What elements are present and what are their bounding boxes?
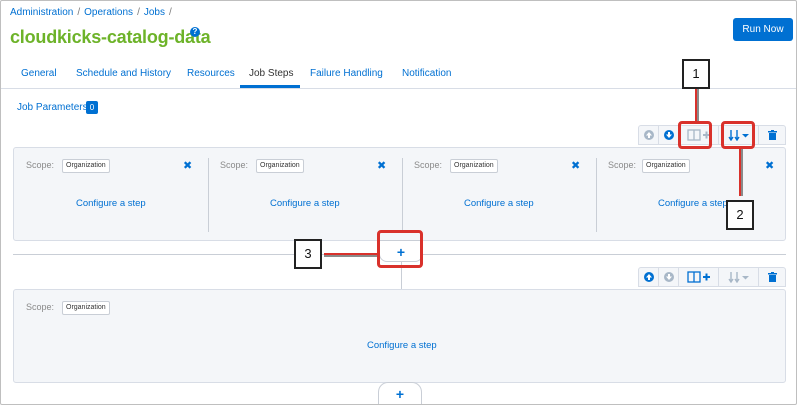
- scope-label: Scope:: [608, 160, 637, 170]
- flow1-steps-container: Scope: Organization ✖ Configure a step S…: [13, 147, 786, 241]
- breadcrumb-separator: /: [137, 7, 140, 18]
- app-frame: Administration / Operations / Jobs / clo…: [0, 0, 797, 405]
- page-title: cloudkicks-catalog-data: [10, 27, 211, 47]
- flow2-step-1[interactable]: Scope: Organization Configure a step: [14, 290, 787, 384]
- tab-general[interactable]: General: [21, 68, 57, 79]
- breadcrumb-administration[interactable]: Administration: [10, 7, 73, 18]
- move-flow-up-button[interactable]: [639, 268, 659, 286]
- tab-resources[interactable]: Resources: [187, 68, 235, 79]
- move-flow-up-button[interactable]: [639, 126, 659, 144]
- callout-label-2: 2: [726, 200, 754, 230]
- configure-step-link[interactable]: Configure a step: [270, 198, 340, 209]
- remove-step-icon[interactable]: ✖: [183, 161, 192, 172]
- remove-step-icon[interactable]: ✖: [765, 161, 774, 172]
- configure-step-link[interactable]: Configure a step: [76, 198, 146, 209]
- flow1-toolbar: [638, 125, 786, 145]
- flow1-step-4[interactable]: Scope: Organization ✖ Configure a step: [596, 148, 787, 242]
- add-parallel-step-button[interactable]: [679, 268, 719, 286]
- flow1-step-3[interactable]: Scope: Organization ✖ Configure a step: [402, 148, 596, 242]
- tab-schedule-and-history[interactable]: Schedule and History: [76, 68, 171, 79]
- column-divider: [208, 158, 209, 232]
- tab-job-steps[interactable]: Job Steps: [249, 68, 293, 79]
- active-tab-indicator: [240, 85, 300, 88]
- callout-line-3: [324, 253, 377, 255]
- remove-step-icon[interactable]: ✖: [571, 161, 580, 172]
- scope-value: Organization: [642, 159, 690, 173]
- arrow-up-circle-icon: [643, 130, 654, 140]
- callout-label-3: 3: [294, 239, 322, 269]
- breadcrumb-operations[interactable]: Operations: [84, 7, 133, 18]
- delete-flow-button[interactable]: [759, 126, 785, 144]
- scope-label: Scope:: [220, 160, 249, 170]
- scope-label: Scope:: [414, 160, 443, 170]
- help-icon[interactable]: ?: [190, 27, 200, 37]
- configure-step-link[interactable]: Configure a step: [658, 198, 728, 209]
- arrow-up-circle-icon: [643, 272, 654, 282]
- callout-line-3-shadow: [324, 255, 377, 257]
- callout-highlight-3: [377, 230, 423, 268]
- scope-value: Organization: [256, 159, 304, 173]
- breadcrumb: Administration / Operations / Jobs /: [10, 7, 172, 18]
- callout-highlight-1: [678, 121, 712, 149]
- scope-label: Scope:: [26, 302, 55, 312]
- breadcrumb-separator: /: [168, 7, 172, 18]
- callout-label-1: 1: [682, 59, 710, 89]
- flow2-toolbar: [638, 267, 786, 287]
- callout-line-1: [695, 88, 697, 121]
- breadcrumb-separator: /: [77, 7, 81, 18]
- scope-value: Organization: [450, 159, 498, 173]
- flow2-steps-container: Scope: Organization Configure a step: [13, 289, 786, 383]
- move-flow-down-button[interactable]: [659, 126, 679, 144]
- column-divider: [402, 158, 403, 232]
- callout-line-1-shadow: [697, 88, 699, 121]
- arrow-down-circle-icon: [663, 272, 674, 282]
- tab-bar: General Schedule and History Resources J…: [1, 59, 796, 89]
- job-parameters-count-badge: 0: [86, 101, 98, 114]
- trash-icon: [767, 272, 777, 282]
- columns-plus-icon: [686, 271, 710, 283]
- delete-flow-button[interactable]: [759, 268, 785, 286]
- scope-value: Organization: [62, 159, 110, 173]
- breadcrumb-jobs[interactable]: Jobs: [144, 7, 165, 18]
- arrow-down-circle-icon: [663, 130, 674, 140]
- callout-line-2: [739, 149, 741, 196]
- job-parameters-link[interactable]: Job Parameters: [17, 102, 88, 113]
- run-now-button[interactable]: Run Now: [733, 18, 793, 41]
- tab-failure-handling[interactable]: Failure Handling: [310, 68, 383, 79]
- callout-highlight-2: [721, 121, 755, 149]
- column-divider: [596, 158, 597, 232]
- callout-line-2-shadow: [741, 149, 743, 196]
- configure-step-link[interactable]: Configure a step: [464, 198, 534, 209]
- trash-icon: [767, 130, 777, 140]
- scope-value: Organization: [62, 301, 110, 315]
- move-flow-down-button[interactable]: [659, 268, 679, 286]
- configure-step-link[interactable]: Configure a step: [367, 340, 437, 351]
- tab-notification[interactable]: Notification: [402, 68, 451, 79]
- scope-label: Scope:: [26, 160, 55, 170]
- remove-step-icon[interactable]: ✖: [377, 161, 386, 172]
- add-flow-button-bottom[interactable]: +: [378, 382, 422, 404]
- sort-arrows-icon: [727, 272, 749, 283]
- flow1-step-1[interactable]: Scope: Organization ✖ Configure a step: [14, 148, 208, 242]
- sort-steps-dropdown[interactable]: [719, 268, 759, 286]
- flow1-step-2[interactable]: Scope: Organization ✖ Configure a step: [208, 148, 402, 242]
